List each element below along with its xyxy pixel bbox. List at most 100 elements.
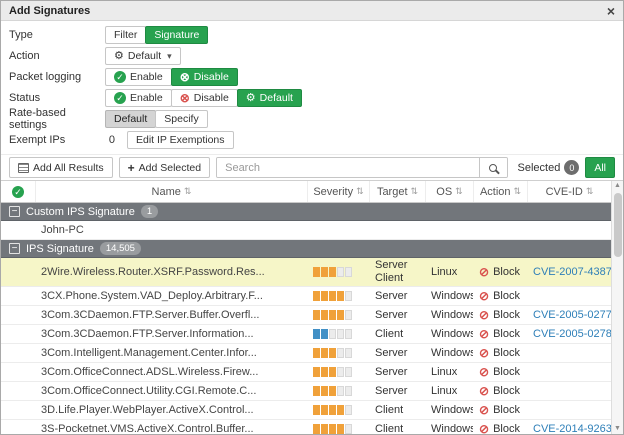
table-row[interactable]: 2Wire.Wireless.Router.XSRF.Password.Res.…: [1, 258, 611, 287]
column-header-os[interactable]: OS ⇅: [425, 181, 473, 202]
packet-enable-button[interactable]: ✓ Enable: [105, 68, 172, 86]
row-check-cell[interactable]: [1, 306, 35, 324]
status-enable-button[interactable]: ✓ Enable: [105, 89, 172, 107]
severity-bars: [307, 344, 369, 362]
severity-bars: [307, 401, 369, 419]
table-row[interactable]: 3Com.OfficeConnect.Utility.CGI.Remote.C.…: [1, 382, 611, 401]
rate-specify-button[interactable]: Specify: [155, 110, 207, 128]
group-label: Custom IPS Signature: [26, 206, 135, 218]
add-selected-button[interactable]: + Add Selected: [119, 157, 210, 178]
row-check-cell[interactable]: [1, 221, 35, 239]
select-all-header[interactable]: ✓: [1, 181, 35, 202]
action-label: Action: [9, 50, 105, 62]
action-label: Block: [493, 309, 520, 321]
action-cell: ⊘Block: [473, 363, 527, 381]
cve-link[interactable]: CVE-2005-0277: [527, 306, 611, 324]
column-header-action[interactable]: Action ⇅: [473, 181, 527, 202]
rate-based-label: Rate-based settings: [9, 107, 105, 131]
row-check-cell[interactable]: [1, 382, 35, 400]
status-default-button[interactable]: ⚙ Default: [237, 89, 302, 107]
type-signature-button[interactable]: Signature: [145, 26, 208, 44]
table-list-icon: [18, 163, 29, 173]
add-all-results-button[interactable]: Add All Results: [9, 157, 113, 178]
row-check-cell[interactable]: [1, 344, 35, 362]
severity-segment: [337, 329, 344, 339]
search-button[interactable]: [479, 158, 507, 177]
scroll-down-icon[interactable]: ▼: [614, 424, 621, 434]
severity-segment: [321, 291, 328, 301]
table-row[interactable]: 3D.Life.Player.WebPlayer.ActiveX.Control…: [1, 401, 611, 420]
table-row[interactable]: 3CX.Phone.System.VAD_Deploy.Arbitrary.F.…: [1, 287, 611, 306]
vertical-scrollbar[interactable]: ▲ ▼: [611, 181, 623, 434]
scroll-up-icon[interactable]: ▲: [614, 181, 621, 191]
dialog-title: Add Signatures: [9, 5, 90, 17]
severity-segment: [337, 367, 344, 377]
severity-bars: [307, 325, 369, 343]
selected-indicator: Selected 0: [518, 160, 580, 175]
collapse-minus-icon[interactable]: −: [9, 243, 20, 254]
search-input[interactable]: [217, 158, 478, 177]
table-row[interactable]: 3Com.OfficeConnect.ADSL.Wireless.Firew..…: [1, 363, 611, 382]
table-row[interactable]: 3Com.3CDaemon.FTP.Server.Buffer.Overfl..…: [1, 306, 611, 325]
collapse-minus-icon[interactable]: −: [9, 206, 20, 217]
column-header-name[interactable]: Name ⇅: [35, 181, 307, 202]
row-check-cell[interactable]: [1, 325, 35, 343]
os-cell: Windows: [425, 420, 473, 434]
severity-segment: [313, 424, 320, 434]
type-filter-button[interactable]: Filter: [105, 26, 146, 44]
target-line: Server: [375, 385, 407, 398]
edit-ip-exemptions-button[interactable]: Edit IP Exemptions: [127, 131, 234, 149]
selected-count-badge: 0: [564, 160, 579, 175]
exempt-ips-count: 0: [105, 134, 115, 146]
column-header-target[interactable]: Target ⇅: [369, 181, 425, 202]
target-line: Server: [375, 347, 407, 360]
table-row[interactable]: 3Com.Intelligent.Management.Center.Infor…: [1, 344, 611, 363]
table-row[interactable]: 3Com.3CDaemon.FTP.Server.Information...C…: [1, 325, 611, 344]
action-label: Block: [493, 266, 520, 278]
add-selected-label: Add Selected: [139, 162, 201, 174]
toolbar: Add All Results + Add Selected Selected …: [1, 154, 623, 180]
target-cell: Client: [369, 401, 425, 419]
cve-link: [527, 401, 611, 419]
row-check-cell[interactable]: [1, 420, 35, 434]
row-check-cell[interactable]: [1, 258, 35, 286]
group-label: IPS Signature: [26, 243, 94, 255]
cve-link[interactable]: CVE-2005-0278: [527, 325, 611, 343]
severity-segment: [313, 329, 320, 339]
severity-segment: [345, 424, 352, 434]
severity-segment: [345, 405, 352, 415]
action-dropdown[interactable]: ⚙ Default ▾: [105, 47, 181, 65]
form-row-packet-logging: Packet logging ✓ Enable ⊗ Disable: [9, 68, 615, 86]
os-cell: Windows: [425, 401, 473, 419]
row-check-cell[interactable]: [1, 287, 35, 305]
packet-disable-button[interactable]: ⊗ Disable: [171, 68, 238, 86]
cve-link: [527, 344, 611, 362]
group-header-row[interactable]: −Custom IPS Signature1: [1, 203, 611, 221]
row-check-cell[interactable]: [1, 401, 35, 419]
close-icon[interactable]: ×: [607, 4, 615, 18]
action-cell: ⊘Block: [473, 325, 527, 343]
severity-bars: [307, 382, 369, 400]
table-row[interactable]: 3S-Pocketnet.VMS.ActiveX.Control.Buffer.…: [1, 420, 611, 434]
severity-bars: [307, 221, 369, 239]
column-header-severity[interactable]: Severity ⇅: [307, 181, 369, 202]
scrollbar-thumb[interactable]: [614, 193, 622, 257]
action-cell: [473, 221, 527, 239]
block-icon: ⊘: [479, 422, 489, 434]
block-icon: ⊘: [479, 327, 489, 341]
rate-default-button[interactable]: Default: [105, 110, 156, 128]
os-cell: [425, 221, 473, 239]
sort-icon: ⇅: [356, 186, 364, 197]
group-header-row[interactable]: −IPS Signature14,505: [1, 240, 611, 258]
cve-link[interactable]: CVE-2007-4387: [527, 258, 611, 286]
selected-label: Selected: [518, 162, 561, 174]
block-icon: ⊘: [479, 384, 489, 398]
form-row-rate-based: Rate-based settings Default Specify: [9, 110, 615, 128]
row-check-cell[interactable]: [1, 363, 35, 381]
column-header-cve[interactable]: CVE-ID ⇅: [527, 181, 611, 202]
all-filter-button[interactable]: All: [585, 157, 615, 178]
cve-link[interactable]: CVE-2014-9263: [527, 420, 611, 434]
table-row[interactable]: John-PC: [1, 221, 611, 240]
status-enable-label: Enable: [130, 92, 163, 104]
status-disable-button[interactable]: ⊗ Disable: [171, 89, 238, 107]
